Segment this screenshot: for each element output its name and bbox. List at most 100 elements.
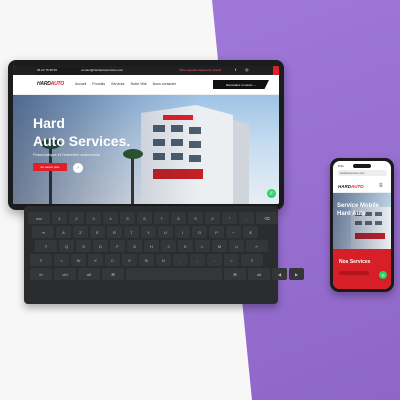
key[interactable]: : [207,254,222,266]
key[interactable]: ⌘ [102,268,124,280]
hero-banner: Hard Auto Services. Pneumatique et l'ent… [13,95,279,204]
key[interactable]: ↵ [246,240,268,252]
key[interactable]: B [139,254,154,266]
key-row-2: ⇥ A Z E R T Y U I O P ^ $ [32,226,258,238]
tablet-screen: 05 22 75 58 56 contact@hardautoservices.… [13,66,279,204]
key[interactable]: ù [229,240,244,252]
key[interactable]: 9 [188,212,203,224]
key[interactable]: K [178,240,193,252]
key[interactable]: - [239,212,254,224]
key[interactable]: N [156,254,171,266]
key[interactable]: U [158,226,173,238]
key-space[interactable] [126,268,222,280]
key[interactable]: alt [78,268,100,280]
key[interactable]: I [175,226,190,238]
key[interactable]: 0 [205,212,220,224]
key[interactable]: M [212,240,227,252]
key[interactable]: E [90,226,105,238]
whatsapp-icon[interactable]: ✆ [267,189,276,198]
key-row-1: esc 1 2 3 4 5 6 7 8 9 0 ° - ⌫ [28,212,278,224]
site-navbar: HARDAUTO Accueil Produits Services Notre… [13,75,279,95]
hamburger-menu-icon[interactable]: ≡ [379,183,383,189]
key[interactable]: fn [30,268,52,280]
nav-item-ville[interactable]: Notre Ville [131,82,147,86]
key[interactable]: P [209,226,224,238]
key-row-3: ⇪ Q S D F G H J K L Mù ↵ [35,240,268,252]
tablet-device: 05 22 75 58 56 contact@hardautoservices.… [8,60,284,210]
key[interactable]: ⌘ [224,268,246,280]
key[interactable]: D [93,240,108,252]
key[interactable]: esc [28,212,50,224]
phone-section-title: Nos Services [339,259,371,265]
key[interactable]: 1 [52,212,67,224]
key[interactable]: ctrl [54,268,76,280]
key[interactable]: ^ [226,226,241,238]
key[interactable]: C [105,254,120,266]
key[interactable]: X [88,254,103,266]
key[interactable]: 8 [171,212,186,224]
instagram-icon[interactable]: ◎ [245,67,249,72]
key[interactable]: Q [59,240,74,252]
topbar-promo: Offre spéciale diagnostic gratuit [179,68,221,72]
key[interactable]: G [127,240,142,252]
phone-navbar: HARDAUTO ≡ [333,179,391,193]
key[interactable]: T [124,226,139,238]
key[interactable]: V [122,254,137,266]
key[interactable]: J [161,240,176,252]
key[interactable]: ▶ [289,268,304,280]
phone-hero-overlay [333,193,391,249]
key[interactable]: = [224,254,239,266]
key[interactable]: 5 [120,212,135,224]
key[interactable]: R [107,226,122,238]
facebook-icon[interactable]: f [235,67,236,72]
key[interactable]: 3 [86,212,101,224]
key[interactable]: 6 [137,212,152,224]
key[interactable]: L [195,240,210,252]
hero-learn-more-button[interactable]: En savoir plus [33,163,67,171]
nav-item-produits[interactable]: Produits [92,82,105,86]
key[interactable]: $ [243,226,258,238]
nav-item-contact[interactable]: Nous contacter [153,82,177,86]
nav-links: Accueil Produits Services Notre Ville No… [75,82,176,86]
topbar-email[interactable]: contact@hardautoservices.com [81,68,123,72]
key[interactable]: 2 [69,212,84,224]
key-row-5: fn ctrl alt ⌘ ⌘ alt ◀ ▶ [30,268,304,280]
key[interactable]: Y [141,226,156,238]
whatsapp-icon[interactable]: ✆ [379,271,387,279]
key[interactable]: S [76,240,91,252]
key[interactable]: ⇧ [241,254,263,266]
key[interactable]: 7 [154,212,169,224]
key[interactable]: ⇪ [35,240,57,252]
phone-device: 9:41 hardautoservices.com HARDAUTO ≡ Ser… [330,158,394,292]
phone-status-time: 9:41 [338,164,344,168]
nav-item-accueil[interactable]: Accueil [75,82,86,86]
phone-screen: 9:41 hardautoservices.com HARDAUTO ≡ Ser… [333,161,391,289]
key[interactable]: < [54,254,69,266]
hero-arrow-button[interactable]: › [73,163,83,173]
key[interactable]: ; [190,254,205,266]
key[interactable]: ⌫ [256,212,278,224]
nav-item-services[interactable]: Services [111,82,124,86]
key[interactable]: ⇥ [32,226,54,238]
key[interactable]: ⇧ [30,254,52,266]
phone-hero-title-line2: Hard Auto [337,211,366,217]
key[interactable]: A [56,226,71,238]
quote-button[interactable]: Demandez un devis → [213,80,269,89]
key[interactable]: , [173,254,188,266]
phone-url-bar[interactable]: hardautoservices.com [337,170,387,176]
phone-site-logo[interactable]: HARDAUTO [338,184,364,189]
hero-title-line2: Auto Services. [33,133,131,149]
key[interactable]: W [71,254,86,266]
key[interactable]: ◀ [272,268,287,280]
key[interactable]: ° [222,212,237,224]
key[interactable]: F [110,240,125,252]
key[interactable]: O [192,226,207,238]
phone-slider-indicator[interactable] [339,271,369,275]
hero-subtitle: Pneumatique et l'entretien automobile [33,152,101,157]
key[interactable]: Z [73,226,88,238]
key[interactable]: 4 [103,212,118,224]
key[interactable]: H [144,240,159,252]
site-logo[interactable]: HARDAUTO [37,80,64,89]
key[interactable]: alt [248,268,270,280]
topbar-accent [273,66,279,75]
